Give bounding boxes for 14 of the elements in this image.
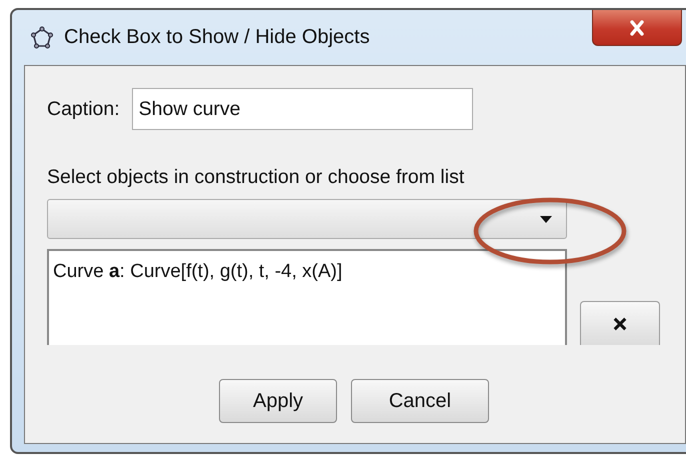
close-icon bbox=[628, 20, 646, 36]
object-dropdown[interactable] bbox=[47, 199, 567, 239]
select-instruction: Select objects in construction or choose from list bbox=[47, 166, 466, 189]
close-button[interactable] bbox=[592, 10, 682, 46]
apply-button[interactable]: Apply bbox=[219, 379, 337, 423]
dropdown-arrow-icon bbox=[540, 216, 552, 222]
app-icon bbox=[30, 26, 54, 50]
remove-icon bbox=[613, 316, 627, 330]
caption-label: Caption: bbox=[47, 98, 120, 120]
window-title: Check Box to Show / Hide Objects bbox=[64, 26, 370, 49]
remove-button[interactable] bbox=[580, 301, 660, 345]
object-list-item[interactable]: Curve a: Curve[f(t), g(t), t, -4, x(A)] bbox=[53, 261, 342, 283]
caption-field[interactable]: Show curve bbox=[132, 88, 473, 130]
cancel-button[interactable]: Cancel bbox=[351, 379, 489, 423]
